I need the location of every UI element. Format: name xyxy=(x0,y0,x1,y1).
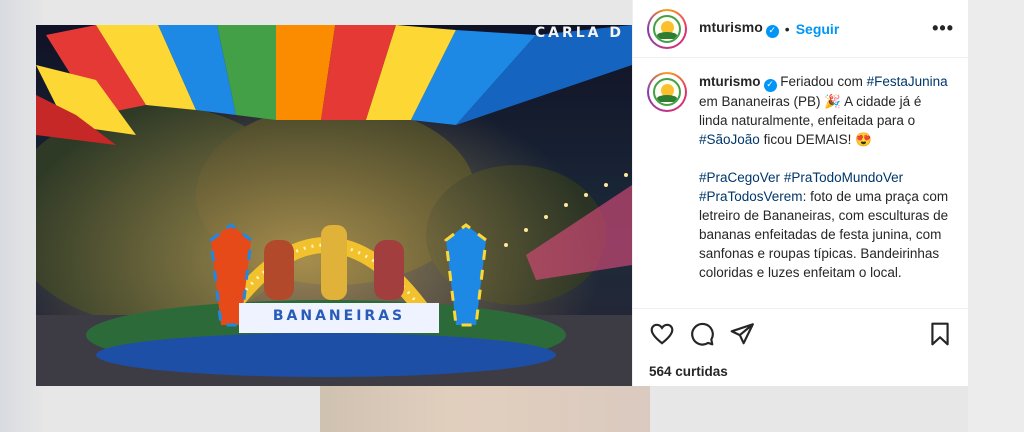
more-icon[interactable]: ••• xyxy=(932,18,954,39)
post-caption: mturismo ✓ Feriadou com #FestaJunina em B… xyxy=(699,72,952,308)
caption-text: em Bananeiras (PB) 🎉 A cidade já é linda… xyxy=(699,94,922,128)
username-link[interactable]: mturismo ✓ xyxy=(699,19,779,38)
caption-area: mturismo ✓ Feriadou com #FestaJunina em B… xyxy=(633,58,968,308)
festa-junina-photo xyxy=(36,25,632,386)
caption-username[interactable]: mturismo ✓ xyxy=(699,74,777,92)
hashtag-saojoao[interactable]: #SãoJoão xyxy=(699,132,760,147)
bananeiras-sign: BANANEIRAS xyxy=(272,308,406,324)
mtur-logo-icon xyxy=(653,14,681,43)
bookmark-icon[interactable] xyxy=(927,321,953,347)
caption-text: Feriadou com xyxy=(780,74,867,89)
backdrop-bottom-image xyxy=(320,386,650,432)
separator-dot: • xyxy=(784,20,790,37)
hashtag-pratodomundover[interactable]: #PraTodoMundoVer xyxy=(784,170,903,185)
post-header: mturismo ✓ • Seguir ••• xyxy=(633,0,968,58)
share-icon[interactable] xyxy=(729,321,755,347)
caption-text: ficou DEMAIS! 😍 xyxy=(759,132,872,147)
likes-count[interactable]: 564 curtidas xyxy=(649,364,728,379)
post-actions xyxy=(633,308,969,347)
post-side-panel: mturismo ✓ • Seguir ••• mturismo ✓ Feriado… xyxy=(632,0,969,386)
caption-avatar[interactable] xyxy=(647,72,687,112)
backdrop-right-strip xyxy=(968,0,1024,432)
hashtag-pratodosverem[interactable]: #PraTodosVerem xyxy=(699,189,803,204)
hashtag-festajunina[interactable]: #FestaJunina xyxy=(867,74,948,89)
follow-button[interactable]: Seguir xyxy=(796,21,840,37)
hashtag-pracegover[interactable]: #PraCegoVer xyxy=(699,170,780,185)
comment-icon[interactable] xyxy=(689,321,715,347)
avatar[interactable] xyxy=(647,8,687,49)
post-image[interactable]: CARLA D BANANEIRAS xyxy=(36,25,632,386)
verified-icon: ✓ xyxy=(763,79,777,92)
verified-icon: ✓ xyxy=(765,25,779,38)
heart-icon[interactable] xyxy=(649,321,675,347)
photo-watermark: CARLA D xyxy=(534,25,624,41)
mtur-logo-icon xyxy=(653,78,681,106)
